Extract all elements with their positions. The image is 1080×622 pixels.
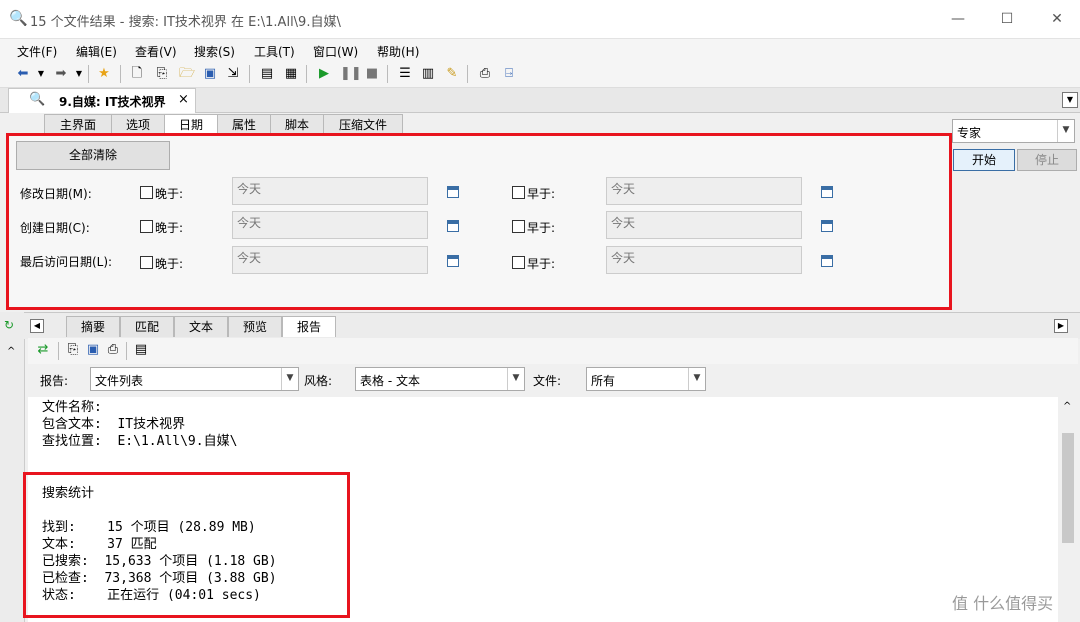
toolbar-separator xyxy=(387,65,388,83)
report-scrollbar[interactable]: ^ xyxy=(1058,397,1078,622)
forward-dropdown-icon[interactable]: ▼ xyxy=(70,65,88,82)
play-icon[interactable]: ▶ xyxy=(315,65,333,82)
minimize-button[interactable]: — xyxy=(947,8,969,30)
script-icon[interactable]: ✎ xyxy=(443,65,461,82)
toolbar-separator xyxy=(126,342,127,360)
toolbar-separator xyxy=(58,342,59,360)
pause-icon[interactable]: ❚❚ xyxy=(340,65,362,82)
toolbar-separator xyxy=(88,65,89,83)
menu-help[interactable]: 帮助(H) xyxy=(377,43,419,60)
stop-button[interactable]: 停止 xyxy=(1017,149,1077,171)
report-line-location: 查找位置: E:\1.All\9.自媒\ xyxy=(42,434,238,449)
export-icon[interactable]: ⇲ xyxy=(224,65,242,82)
scrollbar-thumb[interactable] xyxy=(1062,433,1074,543)
back-dropdown-icon[interactable]: ▼ xyxy=(32,65,50,82)
tab-list-dropdown-icon[interactable]: ▼ xyxy=(1062,92,1078,108)
new-document-icon[interactable]: 🗋 xyxy=(128,65,146,82)
forward-icon[interactable]: ➡ xyxy=(52,65,70,82)
search-icon: 🔍 xyxy=(29,92,46,107)
side-strip: ↻ ^ xyxy=(0,312,25,622)
print-icon[interactable]: ⎙ xyxy=(104,341,122,358)
start-button[interactable]: 开始 xyxy=(953,149,1015,171)
files-label: 文件: xyxy=(533,374,562,388)
tab-summary[interactable]: 摘要 xyxy=(66,316,120,337)
files-select[interactable]: 所有 ▼ xyxy=(586,367,706,391)
tab-attributes[interactable]: 属性 xyxy=(217,114,271,135)
report-options-bar: 报告: 文件列表 ▼ 风格: 表格 - 文本 ▼ 文件: 所有 ▼ xyxy=(28,364,1078,396)
watermark: 值 什么值得买 xyxy=(952,594,1054,613)
highlight-box-date-panel xyxy=(6,133,952,310)
refresh-icon[interactable]: ↻ xyxy=(4,318,14,332)
window-title: 15 个文件结果 - 搜索: IT技术视界 在 E:\1.All\9.自媒\ xyxy=(30,15,341,30)
menu-file[interactable]: 文件(F) xyxy=(17,43,57,60)
document-tab[interactable]: 🔍 9.自媒: IT技术视界 × xyxy=(8,88,196,113)
menu-view[interactable]: 查看(V) xyxy=(135,43,177,60)
back-icon[interactable]: ⬅ xyxy=(14,65,32,82)
tab-options[interactable]: 选项 xyxy=(111,114,165,135)
tab-archive[interactable]: 压缩文件 xyxy=(323,114,403,135)
close-tab-icon[interactable]: × xyxy=(178,92,189,107)
report-line-filename: 文件名称: xyxy=(42,400,102,415)
toolbar-separator xyxy=(467,65,468,83)
menu-search[interactable]: 搜索(S) xyxy=(194,43,235,60)
scroll-right-icon[interactable]: ▶ xyxy=(1054,319,1068,333)
report-line-contains: 包含文本: IT技术视界 xyxy=(42,417,186,432)
tab-main[interactable]: 主界面 xyxy=(44,114,112,135)
open-folder-icon[interactable]: 🗁 xyxy=(178,65,196,82)
document-tab-bar: 🔍 9.自媒: IT技术视界 × ▼ xyxy=(0,88,1080,113)
menu-edit[interactable]: 编辑(E) xyxy=(76,43,117,60)
menu-bar: 文件(F) 编辑(E) 查看(V) 搜索(S) 工具(T) 窗口(W) 帮助(H… xyxy=(0,38,1080,62)
tab-text[interactable]: 文本 xyxy=(174,316,228,337)
save-icon[interactable]: ▣ xyxy=(201,65,219,82)
print-icon[interactable]: ⎙ xyxy=(476,65,494,82)
report-icon[interactable]: ▤ xyxy=(258,65,276,82)
toolbar-separator xyxy=(306,65,307,83)
tab-matches[interactable]: 匹配 xyxy=(120,316,174,337)
files-select-value: 所有 xyxy=(591,374,616,388)
toolbar: ⬅ ▼ ➡ ▼ ★ 🗋 ⎘ 🗁 ▣ ⇲ ▤ ▦ ▶ ❚❚ ■ ☰ ▥ ✎ ⎙ ⍈ xyxy=(0,61,1080,88)
report-save-icon[interactable]: ▦ xyxy=(282,65,300,82)
menu-window[interactable]: 窗口(W) xyxy=(313,43,358,60)
toolbar-separator xyxy=(120,65,121,83)
highlight-box-search-stats xyxy=(23,472,350,618)
document-tab-label: 9.自媒: IT技术视界 xyxy=(59,95,166,109)
copy-document-icon[interactable]: ⎘ xyxy=(153,65,171,82)
style-select-value: 表格 - 文本 xyxy=(360,374,420,388)
style-label: 风格: xyxy=(304,374,333,388)
mode-select-value: 专家 xyxy=(957,126,982,140)
refresh-icon[interactable]: ⇄ xyxy=(34,341,52,358)
chevron-down-icon: ▼ xyxy=(281,368,298,390)
menu-tools[interactable]: 工具(T) xyxy=(254,43,295,60)
criteria-icon[interactable]: ☰ xyxy=(396,65,414,82)
favorite-star-icon[interactable]: ★ xyxy=(95,65,113,82)
scroll-left-icon[interactable]: ◀ xyxy=(30,319,44,333)
exit-icon[interactable]: ⍈ xyxy=(500,65,518,82)
save-icon[interactable]: ▣ xyxy=(84,341,102,358)
chevron-down-icon: ▼ xyxy=(507,368,524,390)
tab-date[interactable]: 日期 xyxy=(164,114,218,135)
tab-script[interactable]: 脚本 xyxy=(270,114,324,135)
copy-icon[interactable]: ⎘ xyxy=(64,341,82,358)
search-icon: 🔍 xyxy=(9,9,28,27)
report-select[interactable]: 文件列表 ▼ xyxy=(90,367,299,391)
chevron-down-icon: ▼ xyxy=(688,368,705,390)
maximize-button[interactable]: ☐ xyxy=(996,8,1018,30)
chevron-up-icon[interactable]: ^ xyxy=(7,346,15,357)
mode-select[interactable]: 专家 ▼ xyxy=(952,119,1075,143)
close-button[interactable]: ✕ xyxy=(1046,8,1068,30)
tab-report[interactable]: 报告 xyxy=(282,316,336,337)
tab-preview[interactable]: 预览 xyxy=(228,316,282,337)
table-icon[interactable]: ▥ xyxy=(419,65,437,82)
title-bar: 🔍 15 个文件结果 - 搜索: IT技术视界 在 E:\1.All\9.自媒\… xyxy=(0,0,1080,38)
style-select[interactable]: 表格 - 文本 ▼ xyxy=(355,367,525,391)
report-toolbar: ⇄ ⎘ ▣ ⎙ ▤ xyxy=(28,338,1078,364)
stop-icon[interactable]: ■ xyxy=(363,65,381,82)
chevron-down-icon: ▼ xyxy=(1057,120,1074,142)
report-settings-icon[interactable]: ▤ xyxy=(132,341,150,358)
report-label: 报告: xyxy=(40,374,69,388)
chevron-up-icon[interactable]: ^ xyxy=(1063,401,1071,412)
toolbar-separator xyxy=(249,65,250,83)
report-select-value: 文件列表 xyxy=(95,374,144,388)
